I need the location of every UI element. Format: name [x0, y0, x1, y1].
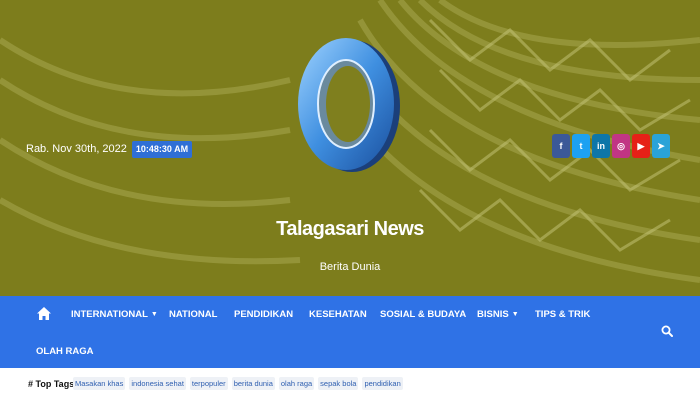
tag-link[interactable]: indonesia sehat [129, 377, 186, 390]
tag-link[interactable]: berita dunia [231, 377, 275, 390]
nav-item-olah-raga[interactable]: OLAH RAGA [36, 346, 94, 357]
site-tagline: Berita Dunia [319, 261, 381, 273]
nav-item-sosial-budaya[interactable]: SOSIAL & BUDAYA [380, 309, 466, 320]
caret-down-icon: ▼ [150, 311, 158, 318]
youtube-icon[interactable]: ▶ [632, 134, 650, 158]
tag-link[interactable]: olah raga [278, 377, 315, 390]
nav-item-pendidikan[interactable]: PENDIDIKAN [234, 309, 293, 320]
tag-link[interactable]: Masakan khas [73, 377, 126, 390]
telegram-icon[interactable]: ➤ [652, 134, 670, 158]
linkedin-icon[interactable]: in [592, 134, 610, 158]
nav-item-bisnis[interactable]: BISNIS ▼ [477, 309, 519, 320]
tag-link[interactable]: terpopuler [189, 377, 228, 390]
nav-item-national[interactable]: NATIONAL [169, 309, 217, 320]
top-tags-label: # Top Tags [28, 379, 75, 389]
current-date: Rab. Nov 30th, 2022 [26, 143, 127, 155]
current-time: 10:48:30 AM [131, 140, 193, 158]
tag-link[interactable]: pendidikan [362, 377, 403, 390]
hash-icon: # [28, 379, 34, 389]
home-icon[interactable] [36, 306, 52, 322]
tag-link[interactable]: sepak bola [318, 377, 359, 390]
instagram-icon[interactable]: ◎ [612, 134, 630, 158]
site-header: Rab. Nov 30th, 2022 10:48:30 AM f t in ◎… [0, 0, 700, 296]
nav-item-international[interactable]: INTERNATIONAL ▼ [71, 309, 158, 320]
caret-down-icon: ▼ [511, 311, 519, 318]
nav-item-tips-trik[interactable]: TIPS & TRIK [535, 309, 590, 320]
main-navigation: INTERNATIONAL ▼ NATIONAL PENDIDIKAN KESEH… [0, 296, 700, 368]
date-time: Rab. Nov 30th, 2022 10:48:30 AM [26, 140, 193, 158]
site-title[interactable]: Talagasari News [230, 218, 470, 241]
social-links: f t in ◎ ▶ ➤ [552, 134, 670, 158]
site-logo[interactable] [286, 30, 410, 180]
search-icon[interactable] [661, 325, 673, 337]
facebook-icon[interactable]: f [552, 134, 570, 158]
tag-list: Masakan khas indonesia sehat terpopuler … [73, 377, 403, 390]
top-tags-bar: # Top Tags Masakan khas indonesia sehat … [0, 368, 700, 400]
nav-item-kesehatan[interactable]: KESEHATAN [309, 309, 367, 320]
twitter-icon[interactable]: t [572, 134, 590, 158]
